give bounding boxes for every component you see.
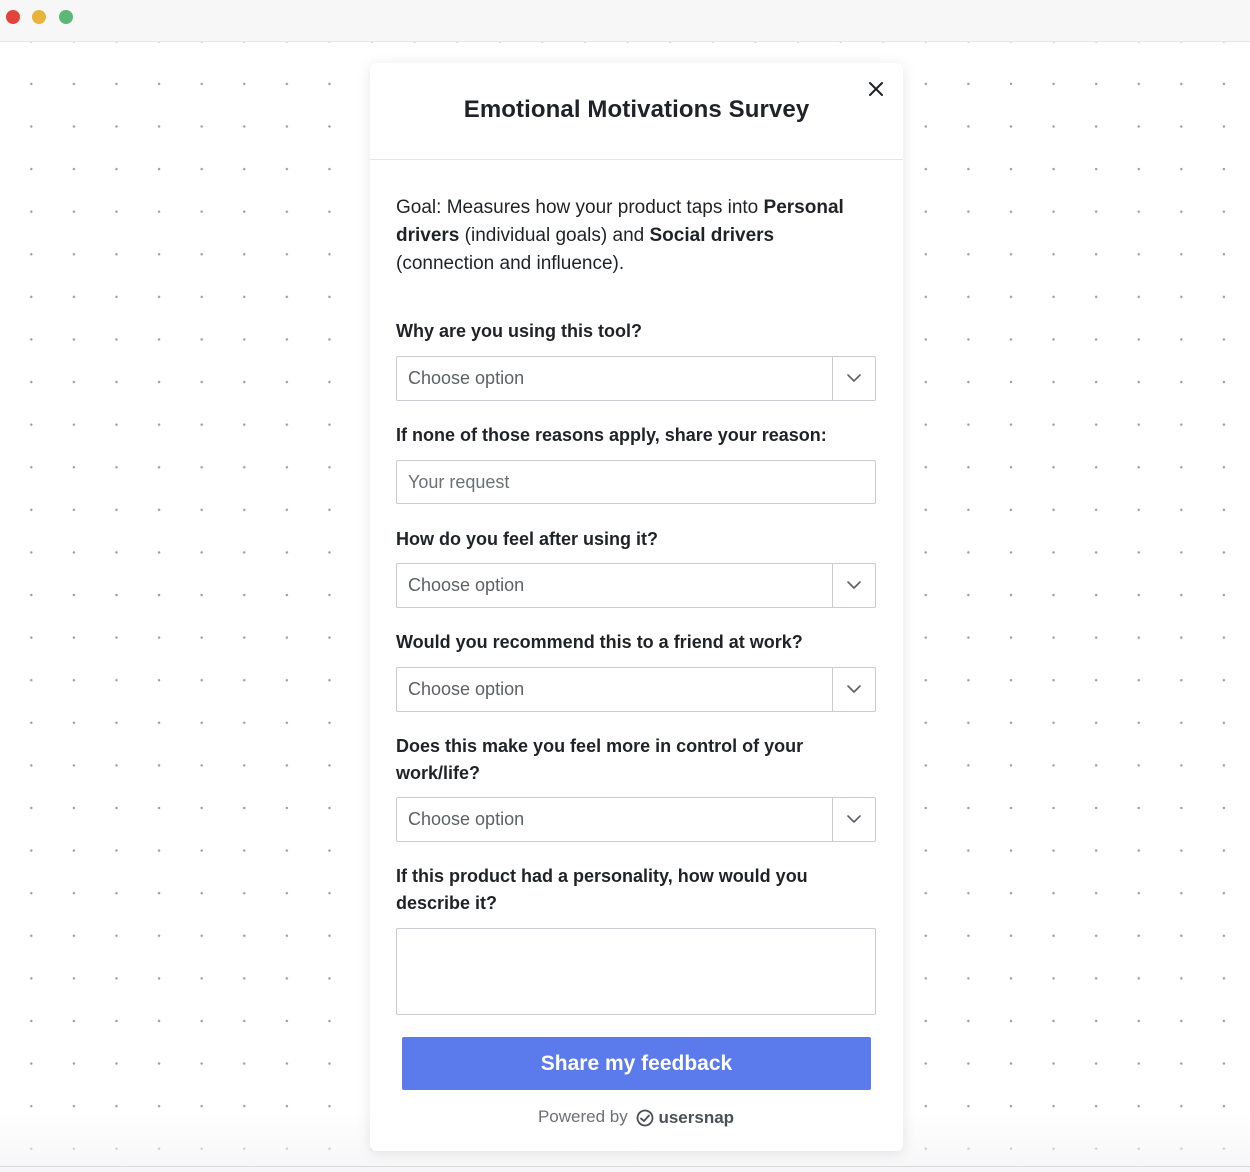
select-divider <box>832 564 833 607</box>
chevron-down-icon <box>847 685 861 693</box>
usersnap-brand: usersnap <box>658 1107 735 1127</box>
question-4-select[interactable]: Choose option <box>396 667 876 712</box>
chevron-down-icon <box>847 374 861 382</box>
window-minimize-button[interactable] <box>32 10 46 24</box>
goal-text-middle: (individual goals) and <box>459 225 650 246</box>
goal-text-suffix: (connection and influence). <box>396 253 625 274</box>
question-5-select-value: Choose option <box>408 809 525 829</box>
close-icon <box>869 82 883 96</box>
powered-by-label: Powered by <box>537 1107 628 1126</box>
modal-header: Emotional Motivations Survey <box>370 63 903 160</box>
question-5-label: Does this make you feel more in control … <box>396 736 804 783</box>
question-3-select[interactable]: Choose option <box>396 563 876 608</box>
chevron-down-icon <box>847 815 861 823</box>
question-4-label: Would you recommend this to a friend at … <box>396 632 803 652</box>
question-4-select-value: Choose option <box>408 679 525 699</box>
survey-goal: Goal: Measures how your product taps int… <box>396 194 876 278</box>
question-1-label: Why are you using this tool? <box>396 321 643 341</box>
select-divider <box>832 357 833 400</box>
usersnap-logo[interactable]: usersnap <box>636 1108 734 1128</box>
question-3-label: How do you feel after using it? <box>396 529 659 549</box>
close-button[interactable] <box>867 80 885 98</box>
question-6-label: If this product had a personality, how w… <box>396 866 808 913</box>
survey-title: Emotional Motivations Survey <box>463 96 810 123</box>
survey-modal: Emotional Motivations Survey Goal: Measu… <box>370 63 903 1151</box>
question-2-label: If none of those reasons apply, share yo… <box>396 425 827 445</box>
bottom-divider <box>0 1166 1250 1167</box>
share-feedback-button[interactable]: Share my feedback <box>402 1037 871 1090</box>
question-3-select-value: Choose option <box>408 575 525 595</box>
personality-textarea[interactable] <box>396 928 876 1015</box>
goal-text-prefix: Goal: Measures how your product taps int… <box>396 197 764 218</box>
select-divider <box>832 798 833 841</box>
question-5-select[interactable]: Choose option <box>396 797 876 842</box>
usersnap-icon <box>637 1109 654 1126</box>
window-titlebar <box>0 0 1250 42</box>
window-maximize-button[interactable] <box>59 10 73 24</box>
question-1-select[interactable]: Choose option <box>396 356 876 401</box>
select-divider <box>832 668 833 711</box>
chevron-down-icon <box>847 581 861 589</box>
goal-social-drivers: Social drivers <box>649 225 775 246</box>
powered-by: Powered by usersnap <box>396 1107 876 1128</box>
window-close-button[interactable] <box>6 10 20 24</box>
reason-input[interactable] <box>396 460 876 504</box>
question-1-select-value: Choose option <box>408 368 525 388</box>
